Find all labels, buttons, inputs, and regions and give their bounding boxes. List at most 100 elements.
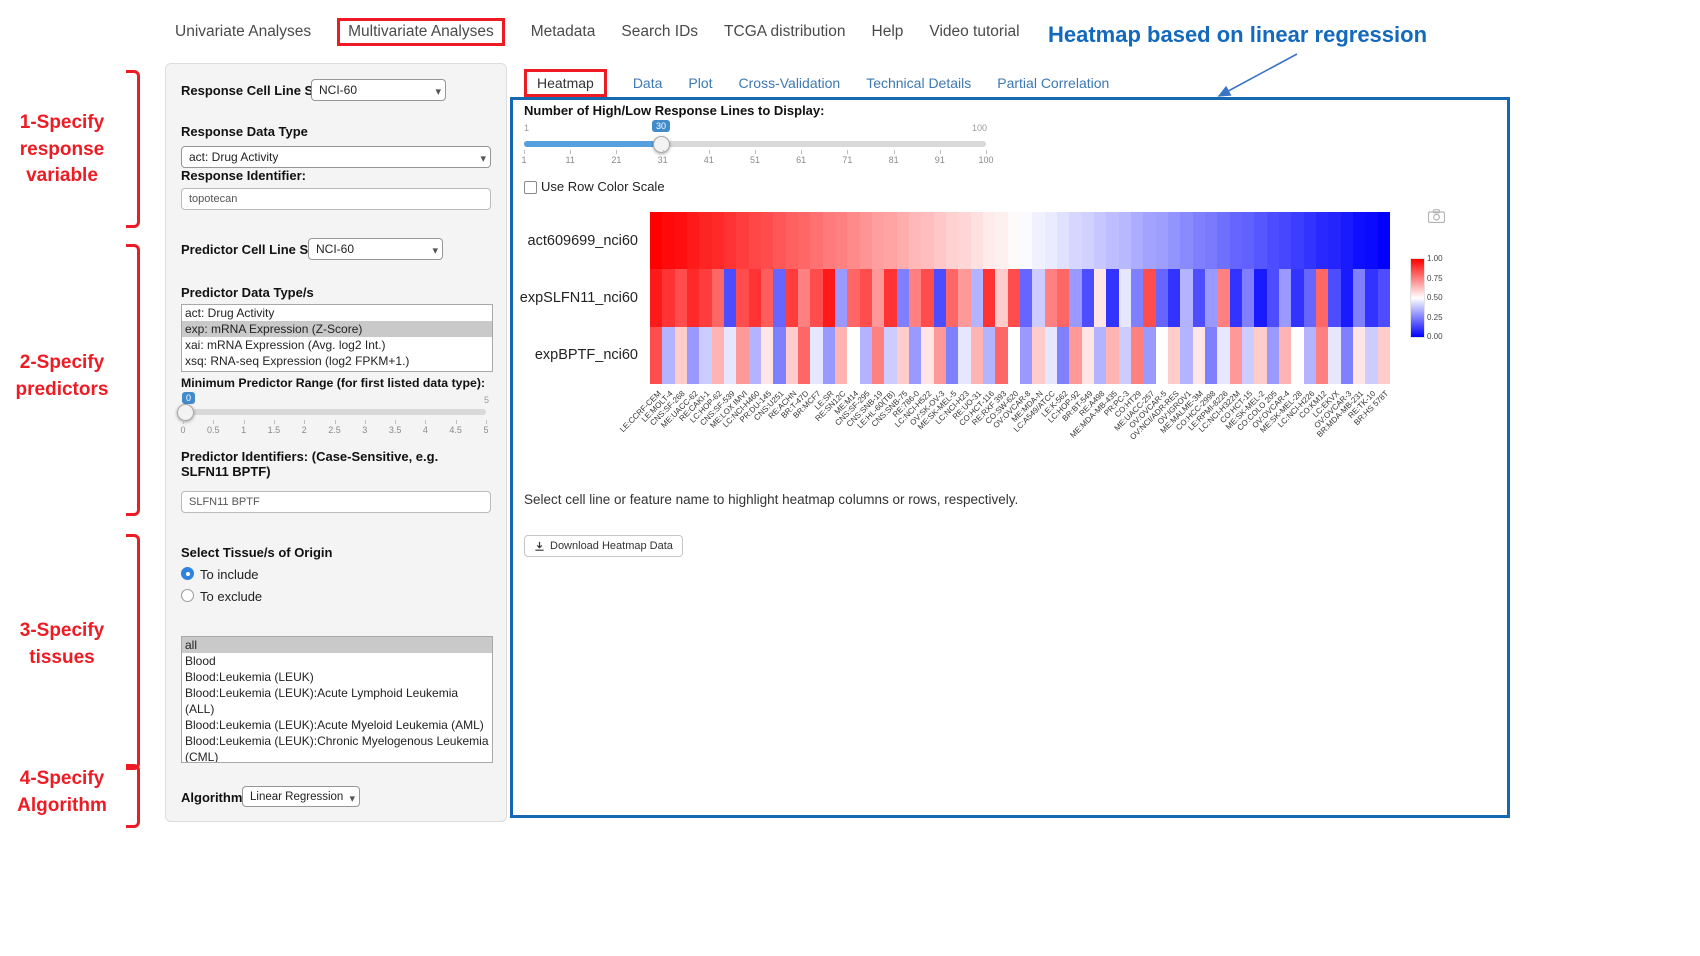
heatmap-cell[interactable] [810, 212, 823, 270]
heatmap-cell[interactable] [1156, 327, 1169, 385]
heatmap-cell[interactable] [1254, 212, 1267, 270]
heatmap-cell[interactable] [1341, 327, 1354, 385]
heatmap-cell[interactable] [1057, 327, 1070, 385]
heatmap-cell[interactable] [1156, 212, 1169, 270]
heatmap-cell[interactable] [835, 327, 848, 385]
heatmap-cell[interactable] [687, 212, 700, 270]
heatmap-cell[interactable] [1267, 327, 1280, 385]
heatmap-cell[interactable] [1365, 269, 1378, 327]
algorithm-select[interactable]: Linear Regression ▾ [242, 786, 360, 807]
heatmap-cell[interactable] [1008, 327, 1021, 385]
heatmap-cell[interactable] [798, 269, 811, 327]
heatmap-cell[interactable] [675, 327, 688, 385]
heatmap-cell[interactable] [1328, 212, 1341, 270]
tab-heatmap[interactable]: Heatmap [524, 69, 607, 97]
heatmap-cell[interactable] [995, 212, 1008, 270]
heatmap-cell[interactable] [847, 212, 860, 270]
heatmap-cell[interactable] [810, 269, 823, 327]
heatmap-cell[interactable] [946, 212, 959, 270]
heatmap-cell[interactable] [1045, 269, 1058, 327]
heatmap-cell[interactable] [1131, 327, 1144, 385]
heatmap-cell[interactable] [1230, 269, 1243, 327]
heatmap-cell[interactable] [1353, 212, 1366, 270]
response-cell-line-set-select[interactable]: NCI-60 ▾ [311, 79, 446, 101]
predictor-data-type-option[interactable]: xsq: RNA-seq Expression (log2 FPKM+1.) [182, 353, 492, 369]
heatmap-cell[interactable] [1106, 327, 1119, 385]
heatmap-cell[interactable] [1094, 269, 1107, 327]
heatmap-cell[interactable] [1168, 327, 1181, 385]
heatmap-cell[interactable] [995, 269, 1008, 327]
heatmap-cell[interactable] [749, 327, 762, 385]
heatmap-cell[interactable] [884, 269, 897, 327]
heatmap-cell[interactable] [798, 212, 811, 270]
download-heatmap-data-button[interactable]: Download Heatmap Data [524, 535, 683, 557]
tab-partial-correlation[interactable]: Partial Correlation [997, 75, 1109, 91]
heatmap-cell[interactable] [1242, 212, 1255, 270]
heatmap-cell[interactable] [1069, 212, 1082, 270]
heatmap-cell[interactable] [1143, 212, 1156, 270]
heatmap-cell[interactable] [761, 269, 774, 327]
heatmap-cell[interactable] [687, 269, 700, 327]
heatmap-cell[interactable] [847, 327, 860, 385]
heatmap-cell[interactable] [1341, 269, 1354, 327]
heatmap-cell[interactable] [958, 327, 971, 385]
nav-help[interactable]: Help [872, 23, 904, 41]
heatmap-cell[interactable] [1106, 212, 1119, 270]
heatmap-cell[interactable] [1032, 327, 1045, 385]
nav-tcga-distribution[interactable]: TCGA distribution [724, 23, 845, 41]
heatmap-cell[interactable] [1304, 327, 1317, 385]
heatmap-cell[interactable] [1242, 327, 1255, 385]
heatmap-cell[interactable] [897, 212, 910, 270]
heatmap-cell[interactable] [1193, 212, 1206, 270]
heatmap-cell[interactable] [1082, 212, 1095, 270]
tab-cross-validation[interactable]: Cross-Validation [739, 75, 841, 91]
heatmap-cell[interactable] [1267, 269, 1280, 327]
heatmap-cell[interactable] [884, 327, 897, 385]
heatmap-cell[interactable] [1069, 269, 1082, 327]
predictor-data-type-listbox[interactable]: act: Drug Activityexp: mRNA Expression (… [181, 304, 493, 372]
heatmap-cell[interactable] [983, 269, 996, 327]
heatmap-cell[interactable] [650, 269, 663, 327]
heatmap-cell[interactable] [958, 212, 971, 270]
heatmap-cell[interactable] [1131, 212, 1144, 270]
heatmap-cell[interactable] [909, 269, 922, 327]
heatmap-cell[interactable] [810, 327, 823, 385]
heatmap-cell[interactable] [1180, 269, 1193, 327]
heatmap-cell[interactable] [699, 269, 712, 327]
heatmap-cell[interactable] [971, 269, 984, 327]
heatmap-cell[interactable] [847, 269, 860, 327]
heatmap-cell[interactable] [823, 269, 836, 327]
heatmap-cell[interactable] [1193, 327, 1206, 385]
tissue-include-label[interactable]: To include [200, 567, 259, 582]
heatmap-row-label[interactable]: act609699_nci60 [494, 233, 638, 249]
tissue-option[interactable]: Blood:Leukemia (LEUK):Chronic Myelogenou… [182, 733, 492, 763]
heatmap-cell[interactable] [1193, 269, 1206, 327]
heatmap-cell[interactable] [1205, 212, 1218, 270]
heatmap-cell[interactable] [1291, 269, 1304, 327]
heatmap-cell[interactable] [1217, 327, 1230, 385]
heatmap-cell[interactable] [983, 212, 996, 270]
heatmap-cell[interactable] [934, 212, 947, 270]
heatmap-cell[interactable] [1205, 269, 1218, 327]
heatmap-cell[interactable] [1279, 327, 1292, 385]
heatmap-cell[interactable] [650, 212, 663, 270]
heatmap-cell[interactable] [823, 212, 836, 270]
heatmap-cell[interactable] [946, 327, 959, 385]
tissue-option[interactable]: Blood:Leukemia (LEUK) [182, 669, 492, 685]
heatmap-cell[interactable] [699, 327, 712, 385]
heatmap-cell[interactable] [1291, 327, 1304, 385]
heatmap-cell[interactable] [1267, 212, 1280, 270]
heatmap-cell[interactable] [921, 269, 934, 327]
heatmap-cell[interactable] [835, 212, 848, 270]
heatmap-cell[interactable] [921, 212, 934, 270]
nav-metadata[interactable]: Metadata [531, 23, 596, 41]
heatmap-cell[interactable] [1057, 212, 1070, 270]
heatmap-cell[interactable] [773, 327, 786, 385]
heatmap-cell[interactable] [1254, 269, 1267, 327]
heatmap-cell[interactable] [662, 212, 675, 270]
heatmap-cell[interactable] [761, 212, 774, 270]
heatmap-cell[interactable] [1008, 269, 1021, 327]
predictor-data-type-option[interactable]: xai: mRNA Expression (Avg. log2 Int.) [182, 337, 492, 353]
heatmap-cell[interactable] [1341, 212, 1354, 270]
heatmap-cell[interactable] [675, 269, 688, 327]
